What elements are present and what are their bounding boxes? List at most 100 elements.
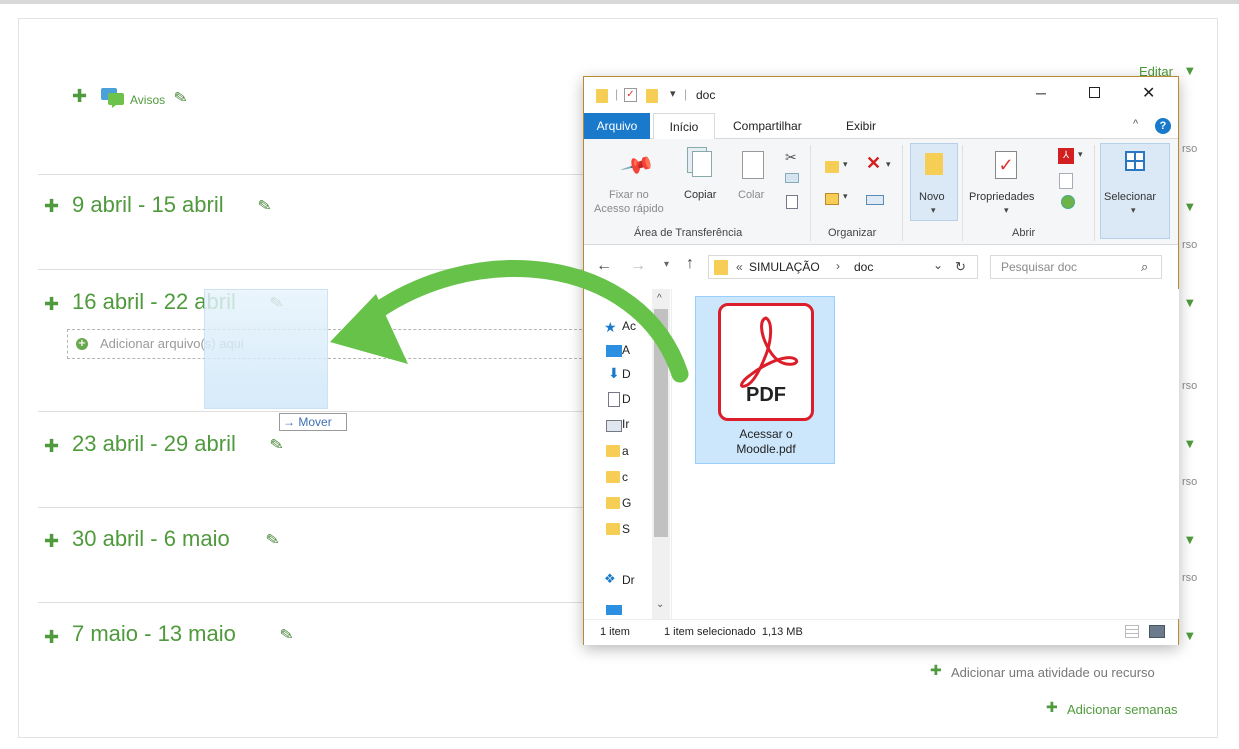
copy-to-icon[interactable]	[825, 193, 839, 205]
add-icon[interactable]: ✚	[930, 663, 942, 679]
folder-icon[interactable]	[606, 471, 620, 483]
maximize-icon[interactable]	[1089, 87, 1100, 98]
refresh-icon[interactable]: ↻	[955, 259, 966, 275]
file-explorer-window[interactable]: | ✓ ▾ | doc ─ ✕ Arquivo Início Compartil…	[583, 76, 1179, 645]
large-icons-view-icon[interactable]	[1149, 625, 1165, 638]
paste-label[interactable]: Colar	[738, 189, 764, 201]
nav-item-images[interactable]: Ir	[622, 417, 629, 431]
move-to-icon[interactable]	[825, 161, 839, 173]
address-dropdown-icon[interactable]: ⌄	[933, 258, 943, 272]
delete-icon[interactable]: ✕	[866, 153, 881, 174]
search-icon[interactable]: ⌕	[1141, 259, 1148, 275]
images-icon[interactable]	[606, 420, 622, 432]
nav-item-downloads[interactable]: D	[622, 367, 631, 381]
chevron-down-icon[interactable]: ▼	[1186, 298, 1194, 309]
back-icon[interactable]: ←	[596, 257, 612, 275]
nav-item-quick-access[interactable]: Ac	[622, 319, 636, 333]
dropdown-icon[interactable]: ▾	[1004, 205, 1009, 216]
copy-label[interactable]: Copiar	[684, 189, 716, 201]
avisos-link[interactable]: Avisos	[130, 93, 165, 107]
add-activity-link[interactable]: Adicionar uma atividade ou recurso	[951, 665, 1155, 680]
nav-item-folder-g[interactable]: G	[622, 496, 631, 510]
cut-icon[interactable]: ✂	[785, 149, 797, 166]
scroll-up-icon[interactable]: ^	[657, 293, 662, 304]
move-handle-icon[interactable]: ✚	[44, 436, 59, 457]
copy-path-icon[interactable]	[785, 173, 799, 183]
chevron-down-icon[interactable]: ▼	[1186, 535, 1194, 546]
folder-icon[interactable]	[606, 497, 620, 509]
properties-icon[interactable]: ✓	[995, 151, 1017, 179]
select-label[interactable]: Selecionar	[1104, 191, 1156, 203]
copy-icon[interactable]	[692, 151, 712, 177]
move-handle-icon[interactable]: ✚	[72, 86, 87, 107]
forward-icon[interactable]: →	[630, 257, 646, 275]
week-title-4[interactable]: 30 abril - 6 maio	[72, 526, 230, 552]
dropdown-icon[interactable]: ▾	[843, 159, 848, 170]
download-icon[interactable]: ⬇	[608, 365, 620, 382]
scroll-down-icon[interactable]: ⌄	[656, 599, 664, 610]
nav-item-desktop[interactable]: A	[622, 343, 630, 357]
chevron-down-icon[interactable]: ▼	[1186, 202, 1194, 213]
pdf-file-icon[interactable]: PDF	[718, 303, 814, 421]
paste-shortcut-icon[interactable]	[786, 195, 798, 209]
tab-compartilhar[interactable]: Compartilhar	[733, 113, 802, 139]
nav-item-folder-a[interactable]: a	[622, 444, 629, 458]
folder-icon[interactable]	[606, 523, 620, 535]
nav-item-documents[interactable]: D	[622, 392, 631, 406]
breadcrumb-simulacao[interactable]: SIMULAÇÃO	[749, 260, 820, 274]
navigation-pane[interactable]: ★ Ac A ⬇ D D Ir a c G S ❖ Dr ^ ⌄	[584, 289, 672, 619]
tab-arquivo[interactable]: Arquivo	[584, 113, 650, 139]
dropdown-icon[interactable]: ▾	[931, 205, 936, 216]
week-title-3[interactable]: 23 abril - 29 abril	[72, 431, 236, 457]
up-icon[interactable]: ↑	[686, 255, 694, 273]
collapse-ribbon-icon[interactable]: ^	[1133, 118, 1138, 130]
file-name[interactable]: Acessar o Moodle.pdf	[717, 427, 815, 457]
minimize-icon[interactable]: ─	[1036, 85, 1046, 101]
star-icon[interactable]: ★	[604, 319, 617, 336]
breadcrumb-separator[interactable]: ›	[836, 259, 840, 273]
properties-label[interactable]: Propriedades	[969, 191, 1034, 203]
properties-icon[interactable]: ✓	[624, 88, 637, 102]
week-title-5[interactable]: 7 maio - 13 maio	[72, 621, 236, 647]
chevron-down-icon[interactable]: ▼	[1186, 439, 1194, 450]
details-view-icon[interactable]	[1125, 625, 1139, 638]
document-icon[interactable]	[608, 392, 620, 407]
nav-scrollbar-thumb[interactable]	[654, 309, 668, 537]
rename-icon[interactable]	[866, 195, 884, 205]
new-folder-icon[interactable]	[646, 89, 658, 103]
new-label[interactable]: Novo	[919, 191, 945, 203]
paste-icon[interactable]	[742, 151, 764, 179]
move-handle-icon[interactable]: ✚	[44, 531, 59, 552]
computer-icon[interactable]	[606, 605, 622, 615]
dropdown-icon[interactable]: ▾	[1078, 149, 1083, 160]
chevron-down-icon[interactable]: ▼	[1186, 631, 1194, 642]
recent-locations-icon[interactable]: ▾	[664, 259, 669, 270]
dropdown-icon[interactable]: ▾	[1131, 205, 1136, 216]
chevron-down-icon[interactable]: ▼	[1186, 66, 1194, 77]
move-handle-icon[interactable]: ✚	[44, 196, 59, 217]
nav-item-folder-c[interactable]: c	[622, 470, 628, 484]
move-handle-icon[interactable]: ✚	[44, 627, 59, 648]
quick-access-dropdown-icon[interactable]: ▾	[670, 87, 676, 100]
history-icon[interactable]	[1061, 195, 1075, 209]
add-icon[interactable]: ✚	[1046, 700, 1058, 716]
pin-label-line1[interactable]: Fixar no	[609, 189, 649, 201]
move-handle-icon[interactable]: ✚	[44, 294, 59, 315]
search-box[interactable]: Pesquisar doc ⌕	[990, 255, 1162, 279]
pin-icon[interactable]: 📌	[619, 148, 656, 184]
folder-icon[interactable]	[606, 445, 620, 457]
add-weeks-link[interactable]: Adicionar semanas	[1067, 702, 1178, 717]
breadcrumb-overflow[interactable]: «	[736, 260, 743, 274]
desktop-icon[interactable]	[606, 345, 622, 357]
dropdown-icon[interactable]: ▾	[886, 159, 891, 170]
edit-icon[interactable]	[1059, 173, 1073, 189]
open-pdf-icon[interactable]: ⅄	[1058, 148, 1074, 164]
dropdown-icon[interactable]: ▾	[843, 191, 848, 202]
nav-item-folder-s[interactable]: S	[622, 522, 630, 536]
close-icon[interactable]: ✕	[1142, 83, 1155, 103]
pin-label-line2[interactable]: Acesso rápido	[594, 203, 664, 215]
week-title-1[interactable]: 9 abril - 15 abril	[72, 192, 224, 218]
tab-exibir[interactable]: Exibir	[846, 113, 876, 139]
help-icon[interactable]: ?	[1155, 118, 1171, 134]
nav-item-dropbox[interactable]: Dr	[622, 573, 635, 587]
